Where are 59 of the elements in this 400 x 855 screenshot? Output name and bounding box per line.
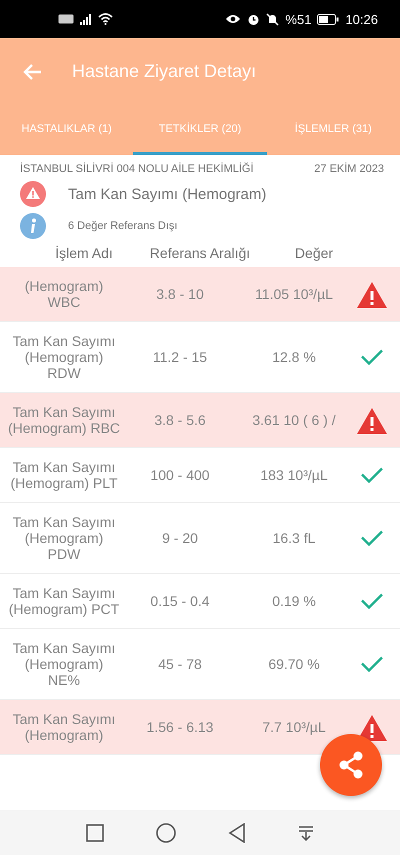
battery-icon bbox=[317, 14, 340, 24]
visit-date: 27 EKİM 2023 bbox=[314, 163, 384, 175]
value-cell: 3.61 10 ( 6 ) / bbox=[252, 412, 336, 428]
out-of-range-summary: 6 Değer Referans Dışı bbox=[68, 220, 178, 232]
test-name-cell-text: (Hemogram) WBC bbox=[24, 278, 104, 310]
tab[interactable]: HASTALIKLAR (1) bbox=[0, 105, 134, 155]
signal-icon bbox=[80, 14, 92, 24]
test-name-cell-text: Tam Kan Sayımı (Hemogram) NE% bbox=[12, 640, 116, 688]
value-cell: 12.8 % bbox=[272, 349, 316, 365]
notification-pull-icon[interactable] bbox=[298, 824, 314, 840]
reference-range-cell: 100 - 400 bbox=[150, 467, 210, 483]
warning-icon bbox=[356, 280, 388, 308]
checkmark-icon bbox=[361, 656, 383, 672]
checkmark-icon bbox=[361, 349, 383, 365]
volte-icon bbox=[58, 14, 74, 24]
warning-icon bbox=[20, 181, 46, 207]
test-name-cell-text: Tam Kan Sayımı (Hemogram) PLT bbox=[9, 459, 119, 491]
test-name-cell-text: Tam Kan Sayımı (Hemogram) RDW bbox=[12, 333, 116, 381]
value-cell: 11.05 10³/µL bbox=[255, 286, 333, 302]
value-cell: 183 10³/µL bbox=[260, 467, 328, 483]
reference-range-cell: 3.8 - 5.6 bbox=[154, 412, 206, 428]
value-cell: 0.19 % bbox=[272, 593, 316, 609]
reference-range-cell: 9 - 20 bbox=[162, 530, 198, 546]
battery-percent: %51 bbox=[285, 12, 312, 26]
home-icon[interactable] bbox=[156, 822, 176, 842]
facility-name: İSTANBUL SİLİVRİ 004 NOLU AİLE HEKİMLİĞİ bbox=[20, 163, 254, 175]
reference-range-cell: 3.8 - 10 bbox=[156, 286, 204, 302]
column-header: Referans Aralığı bbox=[150, 245, 250, 261]
column-header: İşlem Adı bbox=[55, 245, 113, 261]
checkmark-icon bbox=[361, 593, 383, 609]
recent-apps-icon[interactable] bbox=[86, 824, 104, 842]
screen-title: Hastane Ziyaret Detayı bbox=[72, 61, 256, 82]
alarm-icon bbox=[247, 12, 260, 26]
share-icon bbox=[338, 751, 364, 779]
column-header: Değer bbox=[294, 245, 334, 261]
reference-range-cell: 45 - 78 bbox=[158, 656, 202, 672]
value-cell: 16.3 fL bbox=[272, 530, 316, 546]
checkmark-icon bbox=[361, 530, 383, 546]
warning-icon bbox=[356, 406, 388, 434]
checkmark-icon bbox=[361, 467, 383, 483]
muted-bell-icon bbox=[266, 12, 280, 26]
tab[interactable]: İŞLEMLER (31) bbox=[266, 105, 400, 155]
test-name: Tam Kan Sayımı (Hemogram) bbox=[68, 186, 266, 202]
reference-range-cell: 11.2 - 15 bbox=[152, 349, 208, 365]
test-name-cell-text: Tam Kan Sayımı (Hemogram) bbox=[12, 711, 116, 743]
tab[interactable]: TETKİKLER (20) bbox=[133, 105, 267, 155]
value-cell: 7.7 10³/µL bbox=[262, 719, 326, 735]
back-icon[interactable] bbox=[228, 822, 246, 842]
test-name-cell: Tam Kan Sayımı (Hemogram) PCT bbox=[8, 585, 120, 617]
clock-time: 10:26 bbox=[345, 12, 378, 26]
share-button[interactable] bbox=[320, 734, 382, 796]
eye-icon bbox=[225, 14, 242, 24]
test-name-cell-text: Tam Kan Sayımı (Hemogram) PDW bbox=[12, 514, 116, 562]
info-icon bbox=[20, 213, 46, 239]
reference-range-cell: 1.56 - 6.13 bbox=[146, 719, 214, 735]
reference-range-cell: 0.15 - 0.4 bbox=[150, 593, 210, 609]
wifi-icon bbox=[98, 13, 113, 25]
test-name-cell: Tam Kan Sayımı (Hemogram) RBC bbox=[8, 404, 120, 436]
value-cell: 69.70 % bbox=[268, 656, 320, 672]
